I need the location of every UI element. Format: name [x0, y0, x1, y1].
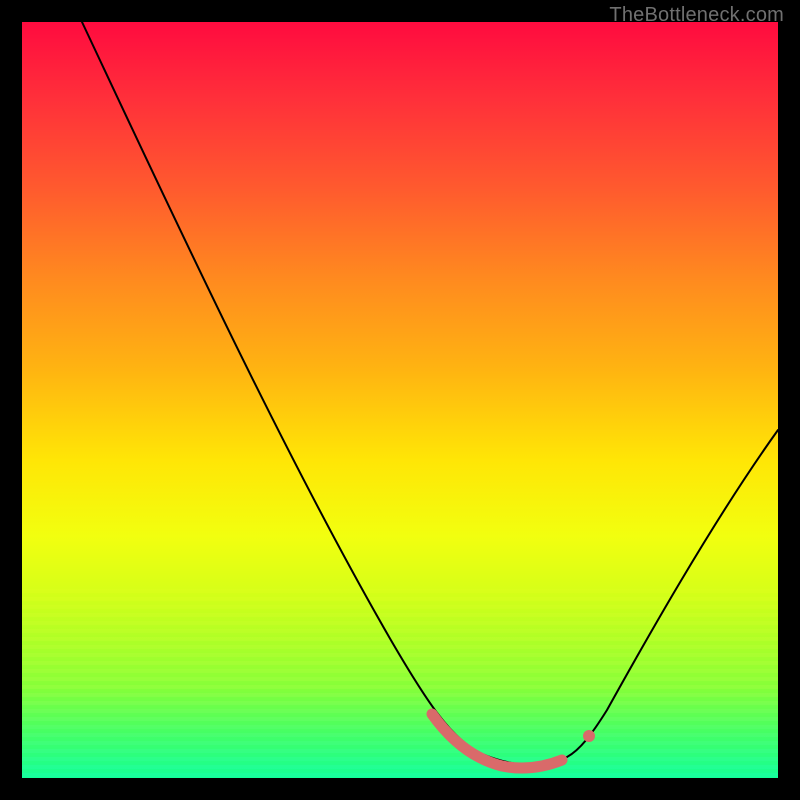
chart-frame: TheBottleneck.com	[0, 0, 800, 800]
bottleneck-curve	[82, 22, 778, 765]
optimal-range-highlight	[432, 714, 562, 768]
optimal-range-highlight-dot	[583, 730, 595, 742]
curve-svg-layer	[22, 22, 778, 778]
